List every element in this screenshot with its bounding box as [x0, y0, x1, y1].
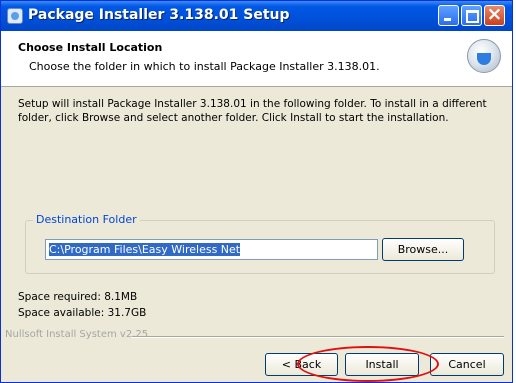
space-required-text: Space required: 8.1MB	[18, 291, 138, 303]
title-bar[interactable]: Package Installer 3.138.01 Setup	[1, 1, 512, 31]
space-available-text: Space available: 31.7GB	[18, 307, 147, 319]
maximize-button[interactable]	[461, 5, 482, 26]
intro-line-1: Setup will install Package Installer 3.1…	[18, 98, 487, 110]
page-subtitle: Choose the folder in which to install Pa…	[29, 60, 380, 73]
install-disk-icon	[467, 39, 501, 73]
destination-path-text: C:\Program Files\Easy Wireless Net	[49, 243, 241, 256]
page-header: Choose Install Location Choose the folde…	[1, 31, 512, 87]
cancel-button[interactable]: Cancel	[430, 353, 504, 376]
minimize-button[interactable]	[438, 5, 459, 26]
back-button[interactable]: < Back	[265, 353, 338, 376]
destination-folder-group: Destination Folder C:\Program Files\Easy…	[25, 213, 495, 274]
window-title: Package Installer 3.138.01 Setup	[28, 7, 290, 23]
install-button[interactable]: Install	[345, 353, 419, 376]
setup-window: Package Installer 3.138.01 Setup Choose …	[0, 0, 513, 383]
close-button[interactable]	[484, 3, 505, 26]
destination-folder-legend: Destination Folder	[33, 213, 140, 226]
page-title: Choose Install Location	[18, 41, 163, 54]
intro-text: Setup will install Package Installer 3.1…	[18, 97, 498, 125]
installer-app-icon	[7, 8, 23, 24]
browse-button[interactable]: Browse...	[382, 238, 464, 261]
content-area: Setup will install Package Installer 3.1…	[1, 87, 512, 319]
intro-line-2: folder, click Browse and select another …	[18, 112, 449, 124]
destination-path-input[interactable]: C:\Program Files\Easy Wireless Net	[45, 239, 378, 260]
nsis-branding: Nullsoft Install System v2.25	[5, 329, 149, 340]
footer-divider	[132, 336, 504, 338]
